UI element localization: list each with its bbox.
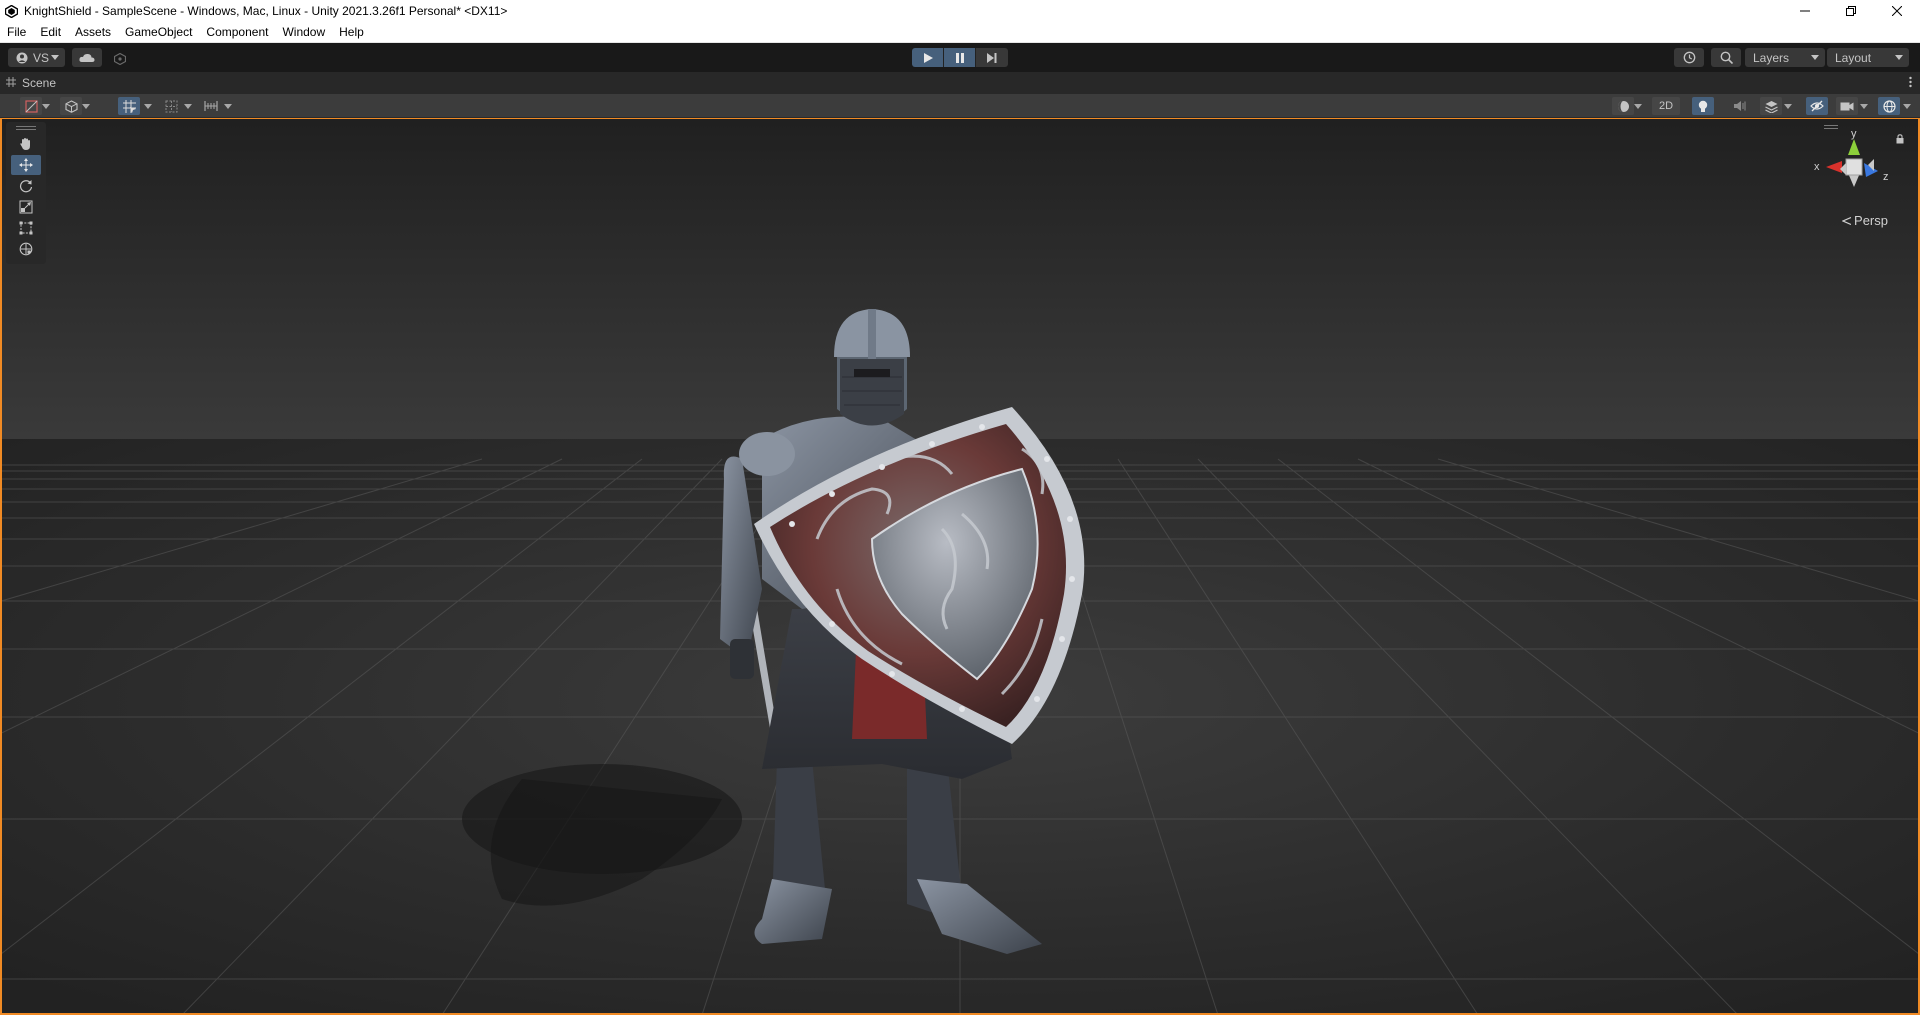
account-icon (16, 52, 28, 63)
menu-assets[interactable]: Assets (68, 22, 118, 43)
tools-grip[interactable] (16, 126, 36, 130)
grid-snap-icon (122, 99, 136, 113)
hidden-objects-toggle[interactable] (1806, 97, 1828, 115)
grid-icon (165, 100, 177, 112)
cube-icon (64, 99, 78, 113)
render-mode-button[interactable] (60, 97, 82, 115)
layout-dropdown[interactable]: Layout (1827, 48, 1909, 67)
undo-history-button[interactable] (1674, 48, 1704, 67)
sphere-icon (1617, 100, 1629, 112)
play-icon (923, 52, 933, 63)
effects-layers-icon (1764, 100, 1778, 113)
collab-icon[interactable] (113, 52, 127, 70)
gizmo-z-label: z (1883, 171, 1889, 183)
gizmo-x-cone (1826, 161, 1842, 173)
tab-options-icon[interactable] (1909, 76, 1912, 91)
increment-snap-button[interactable] (200, 97, 222, 115)
search-icon (1720, 51, 1733, 64)
search-button[interactable] (1711, 48, 1741, 67)
camera-icon (1840, 102, 1854, 110)
cloud-button[interactable] (72, 48, 102, 67)
account-dropdown[interactable]: VS (8, 48, 65, 67)
scene-lighting-button[interactable] (1692, 97, 1714, 115)
gizmo-y-cone (1848, 139, 1860, 155)
perspective-icon (1842, 216, 1852, 225)
close-icon[interactable] (1874, 0, 1920, 22)
scene-tab-icon (6, 76, 16, 90)
playmode-controls (912, 48, 1008, 67)
step-button[interactable] (976, 48, 1008, 67)
move-tool[interactable] (11, 155, 41, 175)
shaded-mode-icon (24, 99, 38, 113)
layers-label: Layers (1753, 50, 1790, 65)
2d-mode-button[interactable]: 2D (1652, 97, 1680, 115)
rotate-tool[interactable] (11, 176, 41, 196)
rect-tool[interactable] (11, 218, 41, 238)
pause-button[interactable] (944, 48, 976, 67)
unity-logo-icon (4, 4, 18, 18)
scale-tool[interactable] (11, 197, 41, 217)
gizmo-x-label: x (1814, 161, 1820, 173)
cloud-icon (79, 53, 95, 62)
scene-audio-button[interactable] (1728, 97, 1750, 115)
effects-button[interactable] (1760, 97, 1782, 115)
transform-tool[interactable] (11, 239, 41, 259)
scene-render (2, 119, 1918, 1013)
gizmo-globe-icon (1882, 99, 1896, 113)
gizmo-y-label: y (1851, 128, 1857, 140)
projection-label: Persp (1854, 213, 1888, 228)
restore-icon[interactable] (1828, 0, 1874, 22)
window-title: KnightShield - SampleScene - Windows, Ma… (24, 4, 508, 18)
eye-slash-icon (1810, 100, 1824, 112)
history-icon (1683, 51, 1695, 64)
transform-icon (19, 242, 33, 256)
scene-viewport[interactable]: y x z Persp (0, 118, 1920, 1015)
projection-toggle[interactable]: Persp (1842, 213, 1888, 228)
menu-edit[interactable]: Edit (33, 22, 68, 43)
play-button[interactable] (912, 48, 944, 67)
menu-help[interactable]: Help (332, 22, 371, 43)
step-icon (987, 52, 997, 63)
menu-gameobject[interactable]: GameObject (118, 22, 199, 43)
window-title-bar: KnightShield - SampleScene - Windows, Ma… (0, 0, 1920, 22)
move-arrows-icon (19, 158, 33, 172)
tools-overlay (6, 122, 46, 264)
scene-toolbar: 2D (0, 94, 1920, 118)
main-toolbar: VS Layers Layout (0, 43, 1920, 72)
snap-increment-icon (204, 101, 218, 111)
pause-icon (955, 52, 964, 63)
scene-visibility-button[interactable] (1612, 97, 1634, 115)
scene-tab-bar: Scene (0, 72, 1920, 94)
tab-scene[interactable]: Scene (6, 72, 56, 94)
scale-icon (19, 200, 33, 214)
draw-mode-button[interactable] (20, 97, 42, 115)
grid-snapping-button[interactable] (118, 97, 140, 115)
minimize-icon[interactable] (1782, 0, 1828, 22)
layers-dropdown[interactable]: Layers (1745, 48, 1825, 67)
lightbulb-icon (1698, 100, 1708, 112)
layout-label: Layout (1835, 50, 1872, 65)
2d-mode-label: 2D (1658, 100, 1674, 112)
rotate-icon (19, 180, 33, 193)
audio-icon (1733, 101, 1745, 111)
menu-window[interactable]: Window (275, 22, 332, 43)
hand-icon (20, 138, 30, 150)
rect-transform-icon (19, 221, 33, 235)
menu-component[interactable]: Component (199, 22, 275, 43)
menu-bar: File Edit Assets GameObject Component Wi… (0, 22, 1920, 43)
view-tool[interactable] (11, 134, 41, 154)
orientation-gizmo[interactable]: y x z (1808, 125, 1898, 211)
menu-file[interactable]: File (0, 22, 33, 43)
account-label: VS (33, 50, 50, 65)
scene-tab-label: Scene (22, 76, 57, 90)
grid-visibility-button[interactable] (160, 97, 182, 115)
gizmos-button[interactable] (1878, 97, 1900, 115)
camera-settings-button[interactable] (1836, 97, 1858, 115)
